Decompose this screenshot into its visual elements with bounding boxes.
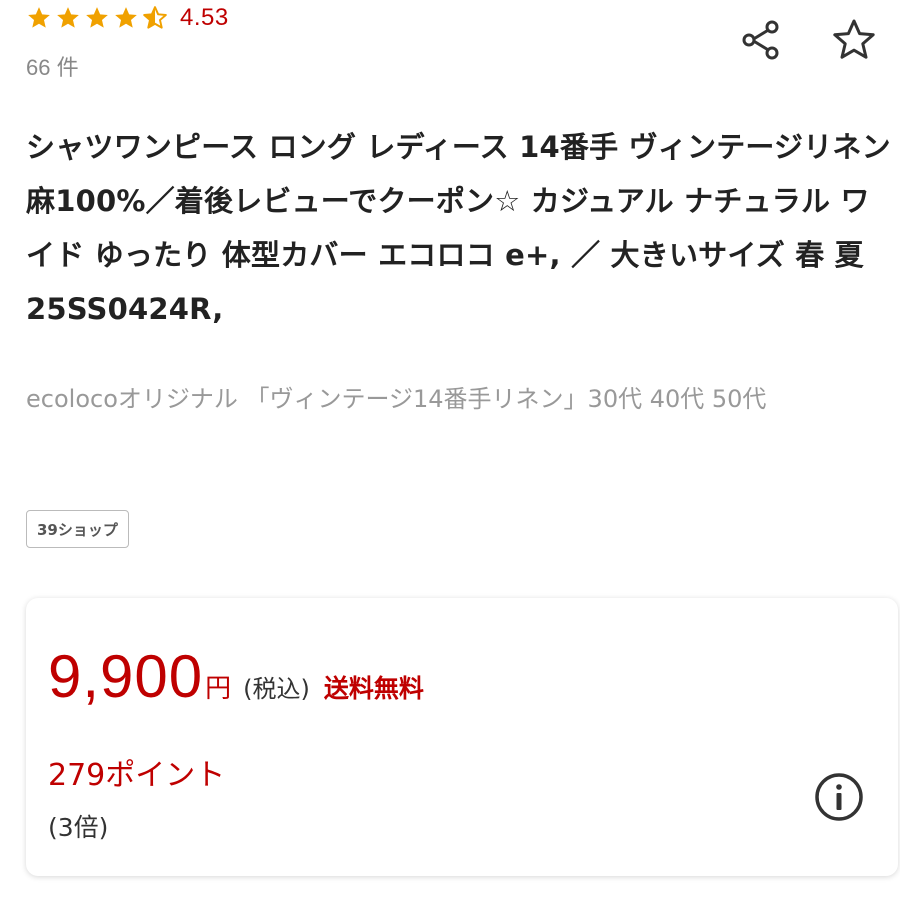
points-multiplier: (3倍) xyxy=(48,813,109,842)
favorite-button[interactable] xyxy=(826,12,882,68)
star-outline-icon xyxy=(833,19,875,59)
points-value: 279ポイント xyxy=(48,758,226,793)
rating-value: 4.53 xyxy=(180,4,229,31)
price-value: 9,900 xyxy=(48,643,204,710)
free-shipping-label: 送料無料 xyxy=(323,674,424,703)
rating-stars xyxy=(26,5,168,31)
price-unit: 円 xyxy=(205,674,232,704)
shop-badge: 39ショップ xyxy=(26,510,129,548)
rating-row[interactable]: 4.53 xyxy=(26,2,229,34)
price-card: 9,900 円 (税込) 送料無料 279ポイント (3倍) xyxy=(26,598,898,876)
points-info-button[interactable] xyxy=(812,770,866,824)
star-filled-icon xyxy=(28,7,50,28)
product-subtitle: ecolocoオリジナル 「ヴィンテージ14番手リネン」30代 40代 50代 xyxy=(26,385,767,413)
product-title: シャツワンピース ロング レディース 14番手 ヴィンテージリネン 麻100%／… xyxy=(26,130,891,326)
review-count[interactable]: 66 件 xyxy=(26,50,79,82)
info-icon xyxy=(815,773,863,821)
star-half-icon xyxy=(143,6,167,29)
star-filled-icon xyxy=(115,7,137,28)
share-icon xyxy=(742,20,779,60)
price-row: 9,900 円 (税込) 送料無料 xyxy=(48,642,424,711)
star-filled-icon xyxy=(86,7,108,28)
star-filled-icon xyxy=(57,7,79,28)
tax-label: (税込) xyxy=(243,675,310,703)
share-button[interactable] xyxy=(732,12,788,68)
